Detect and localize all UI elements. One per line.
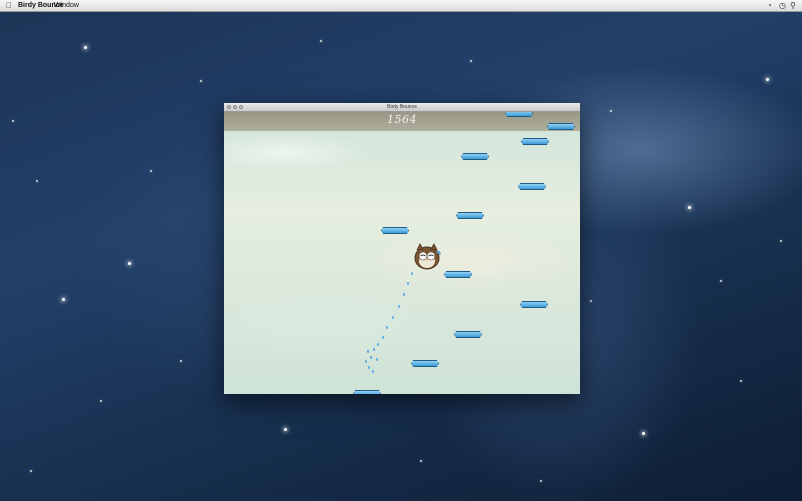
star — [540, 480, 542, 482]
trail-drop — [372, 370, 374, 373]
star — [150, 170, 152, 172]
apple-icon[interactable]:  — [6, 0, 12, 11]
platform — [456, 212, 484, 219]
trail-drop — [367, 350, 369, 353]
trail-drop — [365, 360, 367, 363]
platform — [521, 138, 549, 145]
platform — [518, 183, 546, 190]
platform — [547, 123, 575, 130]
star — [128, 262, 131, 265]
star — [780, 240, 782, 242]
star — [470, 60, 472, 62]
game-canvas[interactable]: 1564 — [224, 112, 580, 394]
star — [740, 380, 742, 382]
trail-drop — [407, 282, 409, 285]
platform — [461, 153, 489, 160]
trail-drop — [376, 358, 378, 361]
zoom-button[interactable] — [239, 105, 243, 109]
star — [766, 78, 769, 81]
trail-drop — [373, 348, 375, 351]
close-button[interactable] — [227, 105, 231, 109]
star — [320, 40, 322, 42]
trail-drop — [386, 326, 388, 329]
spotlight-icon[interactable]: ⚲ — [790, 0, 796, 11]
trail-drop — [392, 316, 394, 319]
trail-drop — [403, 293, 405, 296]
trail-drop — [382, 336, 384, 339]
minimize-button[interactable] — [233, 105, 237, 109]
star — [84, 46, 87, 49]
trail-drop — [377, 343, 379, 346]
trail-drop — [370, 356, 372, 359]
platform — [505, 112, 533, 117]
platform — [520, 301, 548, 308]
window-titlebar[interactable]: Birdy Bounce — [224, 103, 580, 112]
platform — [353, 390, 381, 394]
star — [200, 80, 202, 82]
clock-icon[interactable]: ◷ — [779, 0, 786, 11]
star — [720, 280, 722, 282]
platform — [454, 331, 482, 338]
star — [610, 110, 612, 112]
star — [180, 360, 182, 362]
trail-drop — [398, 305, 400, 308]
trail-drop — [411, 272, 413, 275]
game-window: Birdy Bounce 1564 — [224, 103, 580, 394]
star — [12, 120, 14, 122]
trail-drop — [368, 366, 370, 369]
star — [590, 300, 592, 302]
menu-bar:  Birdy Bounce Window ◔ ◷ ⚲ — [0, 0, 802, 12]
platform — [444, 271, 472, 278]
star — [688, 206, 691, 209]
star — [642, 432, 645, 435]
platform — [381, 227, 409, 234]
star — [30, 470, 32, 472]
menu-window[interactable]: Window — [54, 0, 79, 11]
star — [420, 460, 422, 462]
platform — [411, 360, 439, 367]
time-machine-icon[interactable]: ◔ — [767, 0, 772, 11]
star — [284, 428, 287, 431]
star — [36, 180, 38, 182]
window-title: Birdy Bounce — [387, 104, 417, 110]
star — [100, 400, 102, 402]
star — [62, 298, 65, 301]
owl-bird-icon — [410, 239, 444, 273]
